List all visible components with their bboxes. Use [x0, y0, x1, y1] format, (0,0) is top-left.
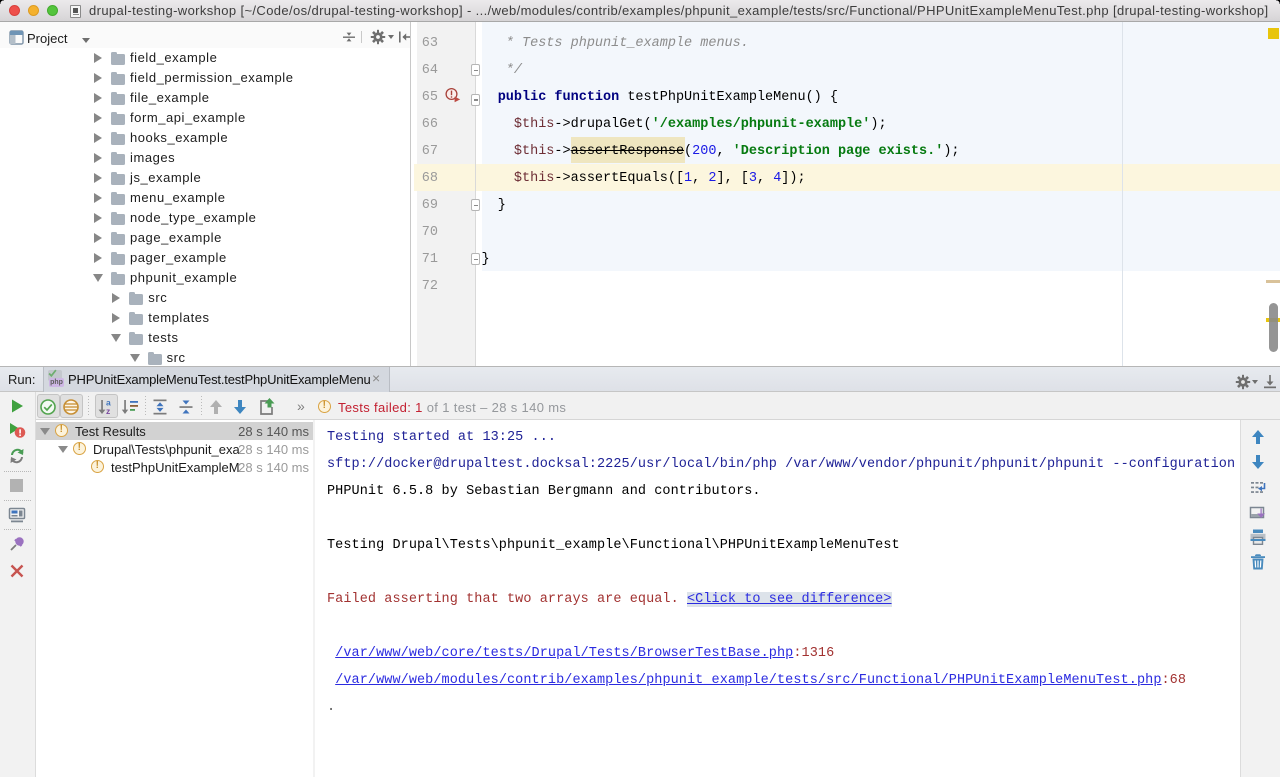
svg-text:z: z — [106, 406, 110, 416]
